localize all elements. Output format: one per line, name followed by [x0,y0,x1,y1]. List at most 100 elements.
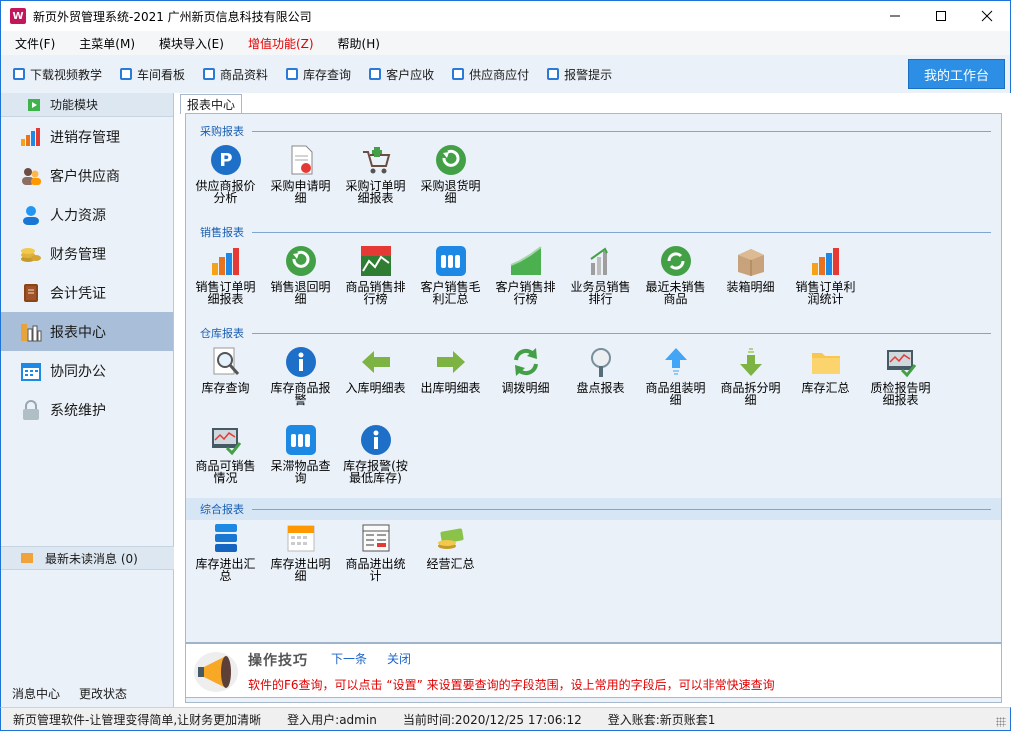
minimize-button[interactable] [872,1,918,31]
app-logo-icon: W [10,8,26,24]
tips-text: 软件的F6查询，可以点击 “设置” 来设置要查询的字段范围，设上常用的字段后，可… [248,678,775,692]
toolbar-product-info[interactable]: 商品资料 [203,66,268,83]
tile-stock-io-summary[interactable]: 库存进出汇总 [188,522,263,582]
tile-min-stock-alarm[interactable]: 库存报警(按最低库存) [338,424,413,484]
gray-bar-icon [585,245,617,277]
tile-customer-sales-rank[interactable]: 客户销售排行榜 [488,245,563,305]
report-chart-icon [20,321,42,343]
bar-chart-icon [210,245,242,277]
tile-salesman-rank[interactable]: 业务员销售排行 [563,245,638,305]
sidebar-item-voucher[interactable]: 会计凭证 [1,273,173,312]
tile-supplier-quote[interactable]: P 供应商报价分析 [188,144,263,204]
toolbar-alarm[interactable]: 报警提示 [547,66,612,83]
tile-unsold-products[interactable]: 最近未销售商品 [638,245,713,305]
tips-close-link[interactable]: 关闭 [387,650,411,667]
tile-product-io-stats[interactable]: 商品进出统计 [338,522,413,582]
menu-value-added[interactable]: 增值功能(Z) [234,35,324,52]
sidebar-item-hr[interactable]: 人力资源 [1,195,173,234]
svg-text:P: P [219,150,232,171]
tile-qc-report[interactable]: 质检报告明细报表 [863,346,938,406]
arrow-up-icon [660,346,692,378]
unread-messages[interactable]: 最新未读消息 (0) [1,546,174,570]
tips-next-link[interactable]: 下一条 [331,650,367,667]
tile-split-detail[interactable]: 商品拆分明细 [713,346,788,406]
tile-stock-io-detail[interactable]: 库存进出明细 [263,522,338,582]
menu-file[interactable]: 文件(F) [1,35,65,52]
report-content: 采购报表 P 供应商报价分析 采购申请明细 采购订单明细报表 采购退货明细 销售… [185,113,1002,703]
close-button[interactable] [964,1,1010,31]
toolbar-payable[interactable]: 供应商应付 [452,66,529,83]
window-title: 新页外贸管理系统-2021 广州新页信息科技有限公司 [33,9,312,24]
menu-help[interactable]: 帮助(H) [324,35,390,52]
my-workbench-button[interactable]: 我的工作台 [908,59,1005,89]
paypal-icon: P [210,144,242,176]
tile-assembly-detail[interactable]: 商品组装明细 [638,346,713,406]
toolbar-workshop-board[interactable]: 车间看板 [120,66,185,83]
sidebar-item-maintenance[interactable]: 系统维护 [1,390,173,429]
menu-module-import[interactable]: 模块导入(E) [145,35,234,52]
tile-packing-detail[interactable]: 装箱明细 [713,245,788,293]
return-arrow-icon [285,245,317,277]
tab-report-center[interactable]: 报表中心 [180,94,243,114]
bar-square-icon [285,424,317,456]
toolbar-receivable[interactable]: 客户应收 [369,66,434,83]
tile-business-summary[interactable]: 经营汇总 [413,522,488,570]
tile-sales-order[interactable]: 销售订单明细报表 [188,245,263,305]
form-icon [360,522,392,554]
checkbox-icon [547,68,560,80]
arrow-right-icon [435,346,467,378]
maximize-button[interactable] [918,1,964,31]
sidebar: 功能模块 进销存管理 客户供应商 人力资源 财务管理 会计凭证 报表中心 协同办… [0,93,174,707]
tile-transfer-detail[interactable]: 调拨明细 [488,346,563,394]
tile-inbound-detail[interactable]: 入库明细表 [338,346,413,394]
tile-purchase-return[interactable]: 采购退货明细 [413,144,488,204]
section-warehouse-header: 仓库报表 [186,322,1001,344]
arrow-down-icon [735,346,767,378]
calendar-icon [20,360,42,382]
menu-main[interactable]: 主菜单(M) [65,35,145,52]
tile-stock-summary[interactable]: 库存汇总 [788,346,863,394]
tile-stock-alarm[interactable]: 库存商品报警 [263,346,338,406]
document-icon [285,144,317,176]
tile-purchase-order[interactable]: 采购订单明细报表 [338,144,413,204]
box-icon [735,245,767,277]
database-icon [210,522,242,554]
message-center-link[interactable]: 消息中心 [12,685,60,702]
info-icon [360,424,392,456]
sidebar-item-reports[interactable]: 报表中心 [1,312,173,351]
sidebar-item-finance[interactable]: 财务管理 [1,234,173,273]
tile-sales-profit[interactable]: 销售订单利润统计 [788,245,863,305]
return-arrow-icon [435,144,467,176]
coins-icon [20,243,42,265]
change-status-link[interactable]: 更改状态 [79,685,127,702]
tile-sellable-status[interactable]: 商品可销售情况 [188,424,263,484]
tile-outbound-detail[interactable]: 出库明细表 [413,346,488,394]
tile-sales-return[interactable]: 销售退回明细 [263,245,338,305]
checkbox-icon [369,68,382,80]
checkbox-icon [13,68,25,80]
sidebar-item-customers[interactable]: 客户供应商 [1,156,173,195]
tile-customer-margin[interactable]: 客户销售毛利汇总 [413,245,488,305]
menu-bar: 文件(F) 主菜单(M) 模块导入(E) 增值功能(Z) 帮助(H) [0,31,1011,55]
tips-panel: 操作技巧 下一条 关闭 软件的F6查询，可以点击 “设置” 来设置要查询的字段范… [185,642,1002,698]
sync-icon [510,346,542,378]
bar-square-icon [435,245,467,277]
book-icon [20,282,42,304]
resize-grip[interactable] [996,717,1006,727]
folder-icon [810,346,842,378]
speaker-icon [21,553,33,563]
tile-purchase-request[interactable]: 采购申请明细 [263,144,338,204]
cart-icon [360,144,392,176]
status-user: 登入用户:admin [287,712,377,727]
checkbox-icon [452,68,465,80]
toolbar-stock-query[interactable]: 库存查询 [286,66,351,83]
tile-stocktake-report[interactable]: 盘点报表 [563,346,638,394]
tile-slow-moving[interactable]: 呆滞物品查询 [263,424,338,484]
section-comprehensive-header: 综合报表 [186,498,1001,520]
tile-product-sales-rank[interactable]: 商品销售排行榜 [338,245,413,305]
tile-stock-query[interactable]: 库存查询 [188,346,263,394]
sidebar-item-inventory[interactable]: 进销存管理 [1,117,173,156]
person-icon [20,204,42,226]
toolbar-download-video[interactable]: 下载视频教学 [13,66,102,83]
sidebar-item-collab[interactable]: 协同办公 [1,351,173,390]
